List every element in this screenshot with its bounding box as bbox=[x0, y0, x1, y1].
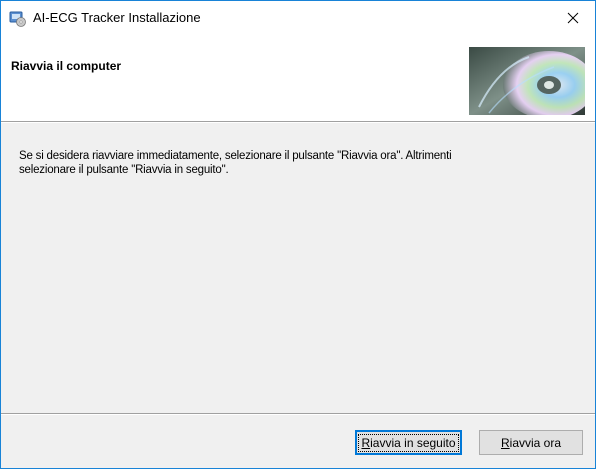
installer-window: AI-ECG Tracker Installazione Riavvia il … bbox=[0, 0, 596, 469]
instruction-line-1: Se si desidera riavviare immediatamente,… bbox=[19, 150, 452, 162]
title-bar[interactable]: AI-ECG Tracker Installazione bbox=[1, 1, 595, 35]
installer-icon bbox=[9, 11, 26, 27]
window-title: AI-ECG Tracker Installazione bbox=[33, 10, 201, 25]
page-title: Riavvia il computer bbox=[11, 59, 122, 73]
focus-rect: Riavvia in seguito bbox=[358, 433, 459, 452]
close-icon bbox=[567, 12, 579, 24]
footer-separator bbox=[1, 413, 595, 415]
accelerator-key: R bbox=[500, 435, 510, 450]
instruction-line-2: selezionare il pulsante "Riavvia in segu… bbox=[19, 164, 229, 176]
restart-now-label: iavvia ora bbox=[509, 435, 562, 450]
restart-later-button[interactable]: Riavvia in seguito bbox=[355, 430, 462, 455]
instruction-text: Se si desidera riavviare immediatamente,… bbox=[19, 149, 579, 177]
header-separator bbox=[1, 121, 595, 123]
header-panel: Riavvia il computer bbox=[1, 35, 595, 121]
restart-now-button[interactable]: Riavvia ora bbox=[479, 430, 583, 455]
restart-later-label: iavvia in seguito bbox=[370, 435, 456, 450]
close-button[interactable] bbox=[551, 1, 595, 35]
accelerator-key: R bbox=[361, 435, 371, 450]
cd-disc-graphic bbox=[469, 47, 585, 115]
